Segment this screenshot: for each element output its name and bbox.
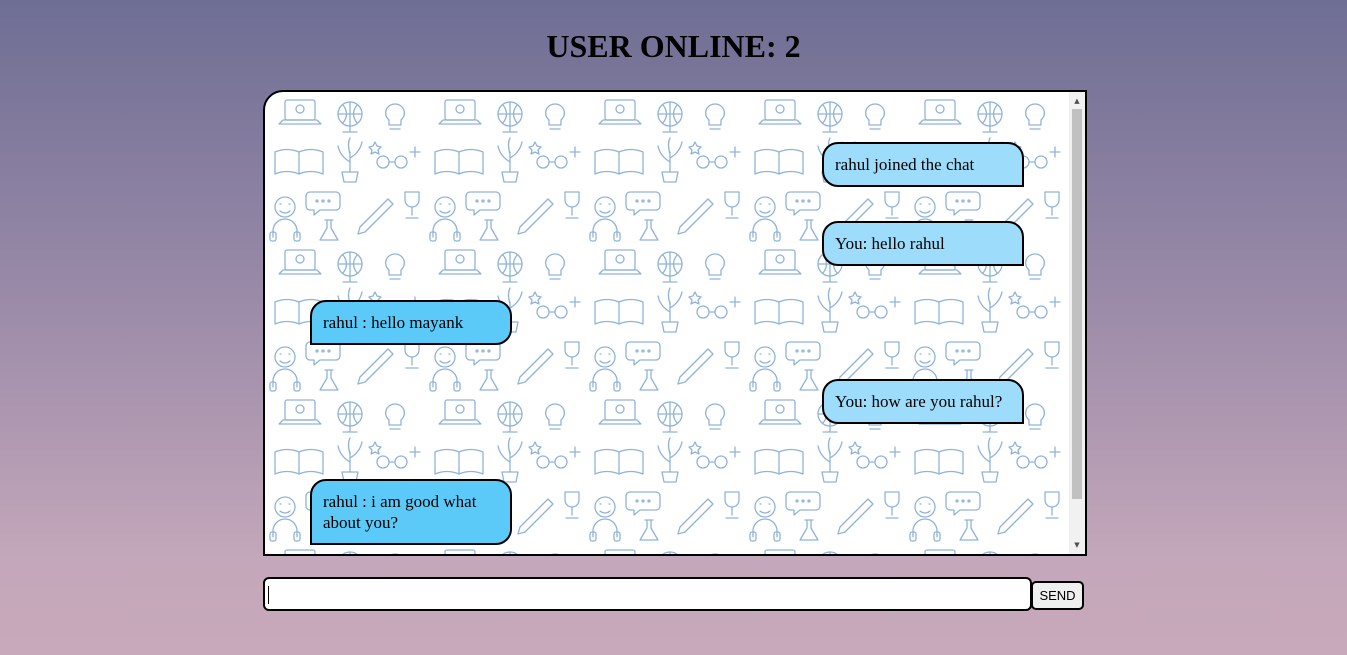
outgoing-message-bubble: You: hello rahul <box>822 221 1024 266</box>
text-caret <box>268 586 269 604</box>
page-title: USER ONLINE: 2 <box>546 28 801 64</box>
send-button[interactable]: SEND <box>1031 581 1084 610</box>
scrollbar-thumb[interactable] <box>1072 109 1082 499</box>
message-composer: SEND <box>263 577 1085 613</box>
scroll-up-arrow-icon[interactable]: ▲ <box>1069 94 1085 108</box>
incoming-message-bubble: rahul : i am good what about you? <box>310 479 512 545</box>
outgoing-message-bubble: You: how are you rahul? <box>822 379 1024 424</box>
message-input[interactable] <box>263 577 1032 611</box>
chat-message-area[interactable]: rahul joined the chat You: hello rahul rah… <box>263 90 1087 556</box>
chat-scrollbar[interactable]: ▲ ▼ <box>1069 92 1085 554</box>
outgoing-message-bubble: rahul joined the chat <box>822 142 1024 187</box>
scroll-down-arrow-icon[interactable]: ▼ <box>1069 538 1085 552</box>
incoming-message-bubble: rahul : hello mayank <box>310 300 512 345</box>
